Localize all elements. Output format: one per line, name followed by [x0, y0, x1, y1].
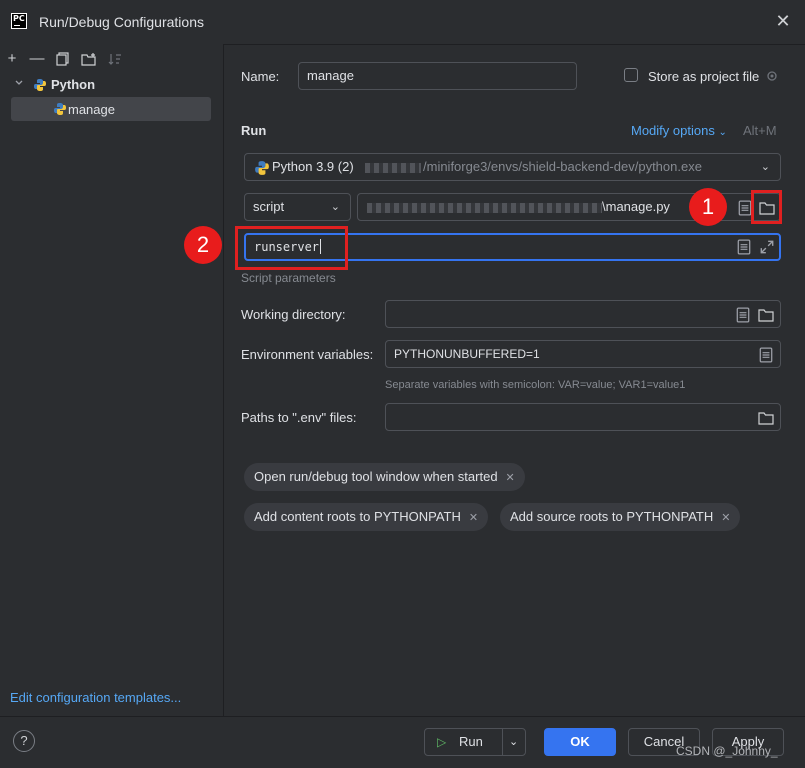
config-tree-panel: + — Python manage	[0, 44, 224, 716]
help-button[interactable]: ?	[13, 730, 35, 752]
run-icon: ▷	[437, 735, 447, 749]
copy-icon[interactable]	[54, 50, 72, 68]
list-icon[interactable]	[736, 239, 752, 255]
footer-divider	[0, 716, 805, 717]
tree-item-label: manage	[68, 102, 115, 117]
modify-shortcut: Alt+M	[743, 123, 777, 138]
run-section-title: Run	[241, 123, 267, 138]
python-icon	[34, 79, 46, 91]
redacted-path	[365, 163, 421, 173]
modify-options-label: Modify options	[631, 123, 715, 138]
chip-source-roots[interactable]: Add source roots to PYTHONPATH ✕	[500, 503, 741, 531]
python-icon	[54, 103, 66, 115]
add-icon[interactable]: +	[3, 50, 21, 68]
close-icon[interactable]: ✕	[774, 12, 792, 30]
ok-button[interactable]: OK	[544, 728, 616, 756]
folder-icon[interactable]	[758, 307, 774, 323]
run-button[interactable]: ▷ Run ⌄	[424, 728, 526, 756]
folder-icon[interactable]	[758, 410, 774, 426]
tree-group-python[interactable]: Python	[11, 73, 211, 97]
dotenv-label: Paths to ".env" files:	[241, 410, 357, 425]
tree-item-manage[interactable]: manage	[11, 97, 211, 121]
workdir-input[interactable]	[385, 300, 781, 328]
workdir-label: Working directory:	[241, 307, 346, 322]
annotation-badge-2: 2	[184, 226, 222, 264]
close-icon[interactable]: ✕	[506, 472, 515, 484]
chevron-down-icon[interactable]: ⌄	[509, 729, 518, 755]
expand-icon[interactable]	[759, 239, 775, 255]
list-icon[interactable]	[735, 307, 751, 323]
sort-icon[interactable]	[106, 50, 124, 68]
list-icon[interactable]	[758, 347, 774, 363]
modify-options-link[interactable]: Modify options ⌄	[631, 123, 727, 138]
window-title: Run/Debug Configurations	[39, 14, 204, 30]
script-type-value: script	[253, 199, 285, 214]
store-label: Store as project file	[648, 69, 760, 84]
annotation-badge-1: 1	[689, 188, 727, 226]
remove-icon[interactable]: —	[28, 50, 46, 68]
chevron-down-icon: ⌄	[760, 161, 770, 173]
pycharm-logo-icon: PC	[11, 13, 27, 29]
chip-label: Add source roots to PYTHONPATH	[510, 509, 714, 524]
env-input[interactable]: PYTHONUNBUFFERED=1	[385, 340, 781, 368]
close-icon[interactable]: ✕	[469, 512, 478, 524]
annotation-box-2	[235, 226, 348, 270]
chip-label: Open run/debug tool window when started	[254, 469, 498, 484]
script-type-combo[interactable]: script ⌄	[244, 193, 351, 221]
chip-label: Add content roots to PYTHONPATH	[254, 509, 461, 524]
env-hint: Separate variables with semicolon: VAR=v…	[385, 379, 686, 391]
dotenv-input[interactable]	[385, 403, 781, 431]
annotation-box-1	[751, 190, 782, 224]
name-label: Name:	[241, 69, 280, 84]
gear-icon[interactable]	[765, 69, 779, 83]
env-label: Environment variables:	[241, 347, 374, 362]
interpreter-path: /miniforge3/envs/shield-backend-dev/pyth…	[423, 159, 702, 174]
run-button-label: Run	[459, 734, 483, 749]
chevron-down-icon: ⌄	[330, 201, 340, 213]
new-folder-icon[interactable]	[80, 50, 98, 68]
script-params-hint: Script parameters	[241, 271, 336, 285]
chevron-down-icon: ⌄	[718, 127, 727, 138]
python-icon	[255, 161, 269, 175]
script-path-value: \manage.py	[602, 199, 670, 214]
split-divider	[502, 729, 503, 755]
interpreter-name: Python 3.9 (2)	[272, 159, 354, 174]
tree-group-label: Python	[51, 77, 96, 92]
env-value: PYTHONUNBUFFERED=1	[394, 347, 540, 361]
chip-content-roots[interactable]: Add content roots to PYTHONPATH ✕	[244, 503, 489, 531]
close-icon[interactable]: ✕	[721, 512, 730, 524]
redacted-path	[367, 203, 602, 213]
name-input[interactable]: manage	[298, 62, 577, 90]
watermark: CSDN @_Johnny_	[676, 744, 778, 758]
chevron-down-icon[interactable]	[14, 78, 24, 91]
interpreter-combo[interactable]: Python 3.9 (2) /miniforge3/envs/shield-b…	[244, 153, 781, 181]
chip-open-tool-window[interactable]: Open run/debug tool window when started ✕	[244, 463, 525, 491]
edit-templates-link[interactable]: Edit configuration templates...	[10, 690, 181, 705]
store-checkbox[interactable]	[624, 68, 638, 82]
